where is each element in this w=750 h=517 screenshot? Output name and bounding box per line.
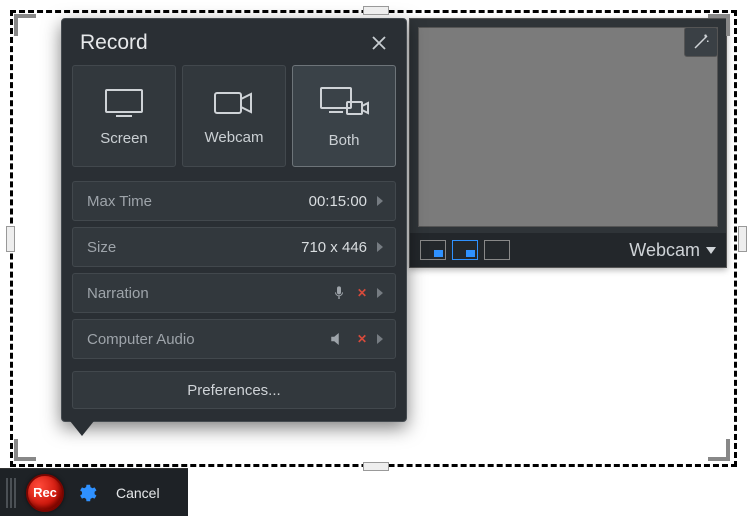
popup-header: Record	[62, 19, 406, 65]
preferences-button[interactable]: Preferences...	[72, 371, 396, 409]
speaker-icon	[329, 331, 347, 347]
popup-title: Record	[80, 31, 148, 55]
source-screen-label: Screen	[100, 130, 148, 147]
edge-handle-top[interactable]	[363, 6, 389, 15]
computer-audio-status: ✕	[329, 331, 367, 347]
close-button[interactable]	[368, 32, 390, 54]
cancel-button[interactable]: Cancel	[108, 479, 168, 507]
source-webcam-label: Webcam	[205, 129, 264, 146]
record-popup: Record Screen Webcam	[61, 18, 407, 422]
chevron-right-icon	[377, 288, 383, 298]
control-toolbar: Rec Cancel	[0, 468, 188, 516]
edge-handle-right[interactable]	[738, 226, 747, 252]
source-webcam-button[interactable]: Webcam	[182, 65, 286, 167]
narration-status: ✕	[331, 285, 367, 301]
narration-row[interactable]: Narration ✕	[72, 273, 396, 313]
magic-wand-button[interactable]	[684, 27, 718, 57]
corner-handle-bl[interactable]	[14, 439, 36, 461]
chevron-down-icon	[706, 247, 716, 254]
edge-handle-left[interactable]	[6, 226, 15, 252]
max-time-label: Max Time	[87, 193, 152, 210]
drag-grip-icon[interactable]	[6, 478, 18, 508]
webcam-dropdown[interactable]: Webcam	[629, 240, 716, 261]
computer-audio-row[interactable]: Computer Audio ✕	[72, 319, 396, 359]
gear-icon	[75, 482, 97, 504]
preferences-label: Preferences...	[187, 382, 280, 399]
layout-option-pip[interactable]	[452, 240, 478, 260]
webcam-dropdown-label: Webcam	[629, 240, 700, 261]
corner-handle-br[interactable]	[708, 439, 730, 461]
max-time-value: 00:15:00	[309, 193, 367, 210]
layout-option-full[interactable]	[484, 240, 510, 260]
size-row[interactable]: Size 710 x 446	[72, 227, 396, 267]
disabled-x-icon: ✕	[357, 286, 367, 300]
layout-option-corner[interactable]	[420, 240, 446, 260]
webcam-preview-panel: Webcam	[409, 18, 727, 268]
record-button[interactable]: Rec	[26, 474, 64, 512]
edge-handle-bottom[interactable]	[363, 462, 389, 471]
settings-button[interactable]	[72, 479, 100, 507]
disabled-x-icon: ✕	[357, 332, 367, 346]
corner-handle-tl[interactable]	[14, 14, 36, 36]
size-value: 710 x 446	[301, 239, 367, 256]
narration-label: Narration	[87, 285, 149, 302]
webcam-preview-footer: Webcam	[410, 233, 726, 267]
microphone-icon	[331, 285, 347, 301]
cancel-button-label: Cancel	[116, 485, 160, 501]
webcam-preview-canvas	[418, 27, 718, 227]
max-time-row[interactable]: Max Time 00:15:00	[72, 181, 396, 221]
chevron-right-icon	[377, 196, 383, 206]
chevron-right-icon	[377, 334, 383, 344]
size-label: Size	[87, 239, 116, 256]
source-both-button[interactable]: Both	[292, 65, 396, 167]
record-button-label: Rec	[33, 485, 57, 500]
chevron-right-icon	[377, 242, 383, 252]
source-screen-button[interactable]: Screen	[72, 65, 176, 167]
source-selector: Screen Webcam Both	[62, 65, 406, 175]
computer-audio-label: Computer Audio	[87, 331, 195, 348]
source-both-label: Both	[329, 132, 360, 149]
